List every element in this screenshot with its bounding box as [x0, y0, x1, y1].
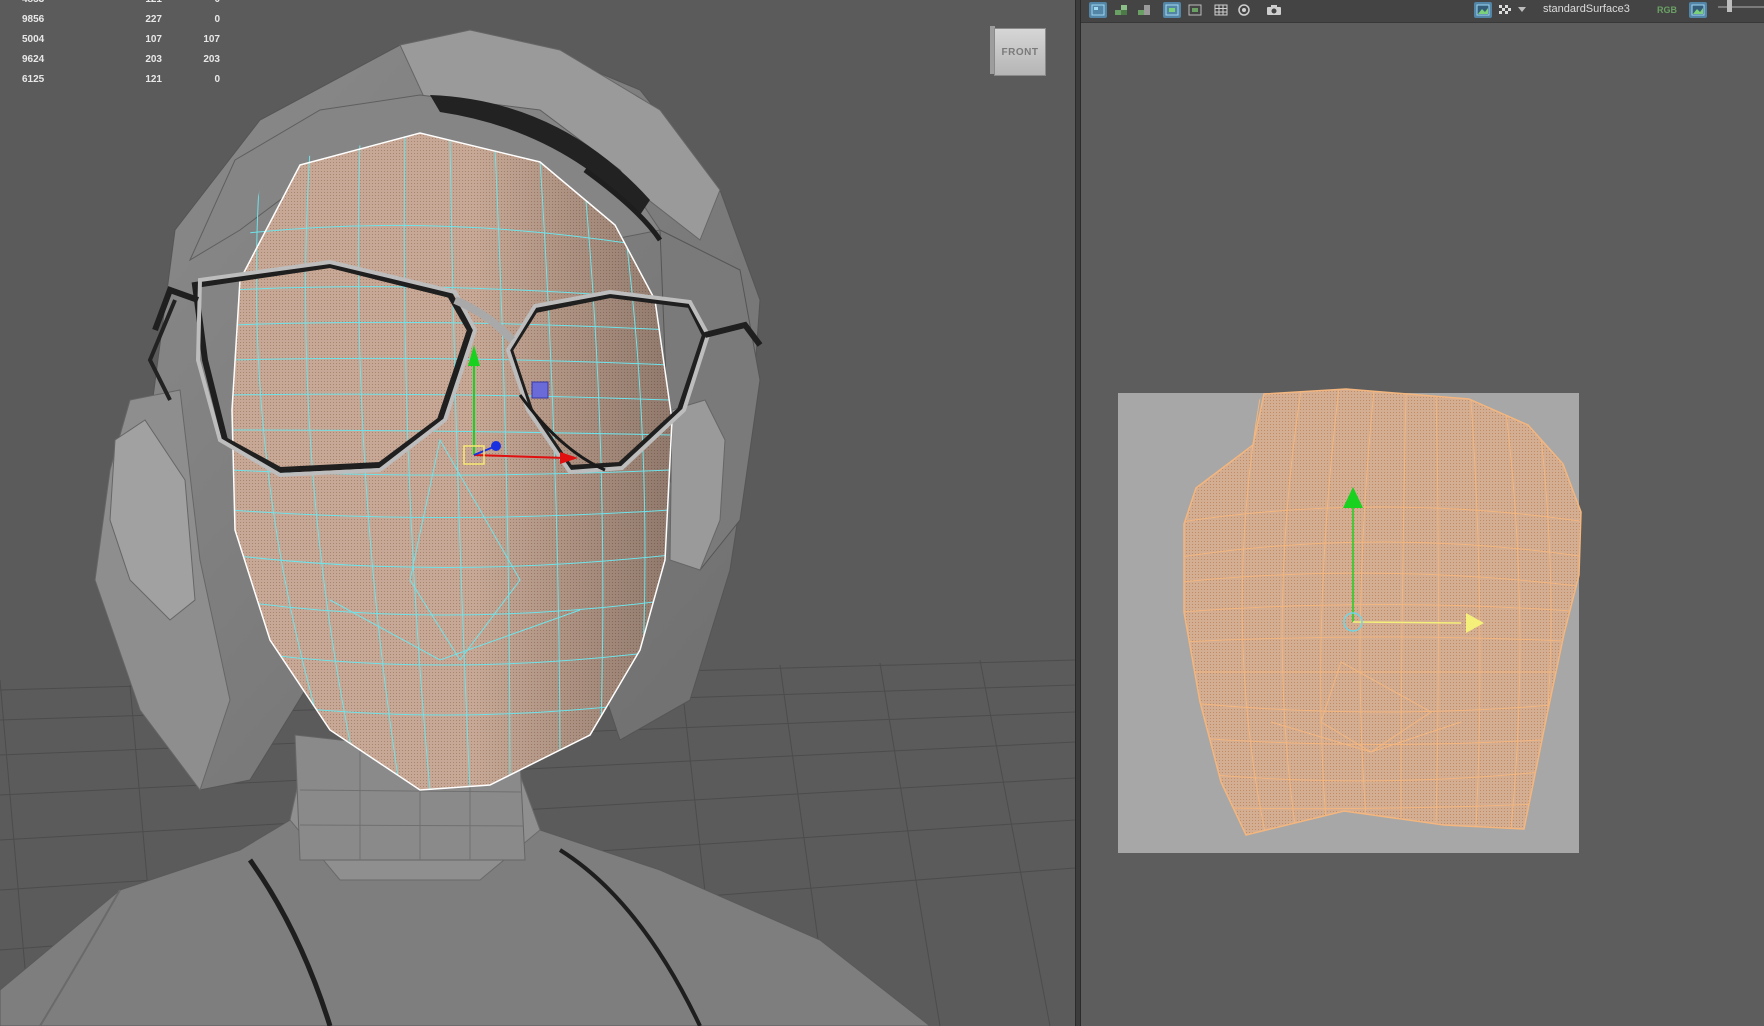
uv-shell-face[interactable] [1181, 388, 1586, 837]
hud-row: 5004 107 107 [22, 34, 220, 45]
hud-row: 9856 227 0 [22, 14, 220, 25]
rgb-channel-icon[interactable]: RGB [1647, 2, 1687, 18]
heads-up-poly-count: 4853 121 0 9856 227 0 5004 107 107 9624 … [22, 0, 220, 90]
exposure-slider-thumb[interactable] [1727, 0, 1732, 12]
uv-canvas[interactable] [1081, 22, 1764, 1026]
perspective-viewport[interactable]: 4853 121 0 9856 227 0 5004 107 107 9624 … [0, 0, 1075, 1026]
rgb-channel-label: RGB [1657, 5, 1677, 15]
view-cube-front-face[interactable]: FRONT [994, 28, 1046, 76]
uv-isolate-icon[interactable] [1163, 2, 1181, 18]
uv-texture-borders-icon[interactable] [1186, 2, 1204, 18]
uv-snapshot-icon[interactable] [1265, 2, 1283, 18]
uv-editor-toolbar: standardSurface3 RGB [1081, 0, 1764, 23]
uv-distortion-icon[interactable] [1135, 2, 1153, 18]
uv-editor-panel[interactable]: standardSurface3 RGB [1081, 0, 1764, 1026]
hud-row: 4853 121 0 [22, 0, 220, 10]
image-exposure-icon[interactable] [1689, 2, 1707, 18]
viewport-scene[interactable] [0, 0, 1075, 1026]
uv-grid-icon[interactable] [1212, 2, 1230, 18]
manip-z-handle-icon[interactable] [491, 441, 501, 451]
image-display-icon[interactable] [1474, 2, 1492, 18]
material-label[interactable]: standardSurface3 [1543, 3, 1630, 15]
uv-pixel-snap-icon[interactable] [1235, 2, 1253, 18]
uv-checker-layout-icon[interactable] [1112, 2, 1130, 18]
hud-row: 6125 121 0 [22, 74, 220, 85]
exposure-slider-track[interactable] [1718, 6, 1764, 8]
manip-plane-handle-icon[interactable] [531, 381, 549, 399]
dropdown-arrow-icon[interactable] [1517, 2, 1527, 18]
hud-row: 9624 203 203 [22, 54, 220, 65]
maya-workspace: 4853 121 0 9856 227 0 5004 107 107 9624 … [0, 0, 1764, 1026]
view-cube[interactable]: FRONT [990, 24, 1046, 76]
checker-tile-icon[interactable] [1496, 2, 1514, 18]
uv-shell-icon[interactable] [1089, 2, 1107, 18]
